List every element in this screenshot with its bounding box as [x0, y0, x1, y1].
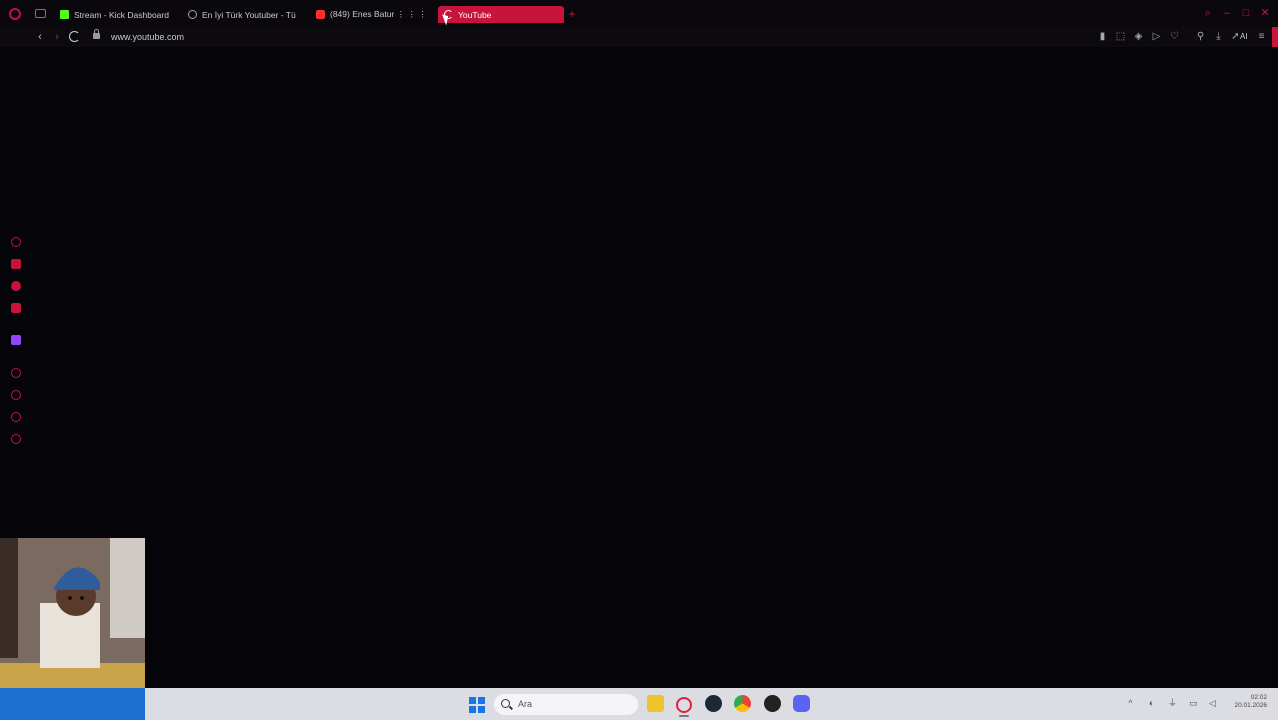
clock-icon[interactable] [11, 390, 21, 400]
tab-youtube-active[interactable]: YouTube [438, 6, 564, 23]
shield-icon[interactable]: ◈ [1133, 31, 1144, 42]
search-placeholder: Ara [518, 699, 533, 709]
url-field[interactable]: www.youtube.com [111, 31, 184, 43]
search-tabs-icon[interactable]: ⌕ [1203, 8, 1213, 19]
tab-title: Stream - Kick Dashboard [74, 9, 169, 20]
close-icon[interactable]: ✕ [1260, 8, 1270, 19]
opera-logo-icon[interactable] [9, 8, 21, 20]
discord-icon[interactable] [793, 695, 810, 712]
heart-icon[interactable]: ♡ [1169, 31, 1180, 42]
taskbar-search[interactable] [494, 694, 638, 715]
minimize-icon[interactable]: – [1222, 8, 1232, 19]
display-icon[interactable]: ▭ [1189, 699, 1198, 708]
back-icon[interactable]: ‹ [34, 31, 46, 43]
profile-icon[interactable]: ⚲ [1195, 31, 1206, 42]
wallet-icon[interactable] [11, 303, 21, 313]
twitch-icon[interactable] [11, 335, 21, 345]
usb-icon[interactable]: ⏚ [1168, 699, 1177, 708]
clock-time: 02:02 [1250, 694, 1267, 701]
whatsapp-icon[interactable] [11, 412, 21, 422]
ai-label[interactable]: AI [1240, 31, 1248, 43]
windows-start-icon[interactable] [469, 697, 485, 713]
webcam-overlay [0, 538, 145, 720]
tab-kick-dashboard[interactable]: Stream - Kick Dashboard [60, 6, 175, 23]
bell-icon[interactable] [11, 259, 21, 269]
loading-reload-icon[interactable] [69, 31, 80, 42]
volume-icon[interactable]: ◁ [1208, 699, 1217, 708]
tray-chevron-icon[interactable]: ^ [1126, 699, 1135, 708]
globe-icon [188, 10, 197, 19]
menu-icon[interactable]: ≡ [1256, 31, 1267, 42]
tab-overview-icon[interactable] [35, 9, 46, 18]
tab-turk-youtuber[interactable]: En İyi Türk Youtuber - Tü [188, 6, 298, 23]
address-bar [0, 27, 1278, 47]
tab-title: YouTube [458, 9, 492, 20]
file-explorer-icon[interactable] [647, 695, 664, 712]
maximize-icon[interactable]: □ [1241, 8, 1251, 19]
sidebar-toggle[interactable] [1272, 27, 1278, 47]
new-tab-icon[interactable]: + [567, 8, 577, 20]
obs-icon[interactable] [764, 695, 781, 712]
history-icon[interactable] [11, 237, 21, 247]
tab-title: (849) Enes Batur ⋮ ⋮ ⋮ , [330, 9, 428, 19]
youtube-icon [316, 10, 325, 19]
tab-enes-batur[interactable]: (849) Enes Batur ⋮ ⋮ ⋮ , [316, 6, 428, 23]
clock-date: 20.01.2026 [1234, 702, 1267, 709]
download-icon[interactable]: ⤓ [1213, 31, 1224, 42]
steam-icon[interactable] [705, 695, 722, 712]
lock-icon[interactable] [93, 29, 100, 39]
network-app-icon[interactable]: ◐ [1147, 699, 1156, 708]
messenger-icon[interactable] [11, 281, 21, 291]
search-icon [501, 699, 510, 708]
tab-title: En İyi Türk Youtuber - Tü [202, 9, 296, 20]
kick-icon [60, 10, 69, 19]
settings-icon[interactable] [11, 434, 21, 444]
chrome-icon[interactable] [734, 695, 751, 712]
snapshot-icon[interactable]: ⬚ [1115, 31, 1126, 42]
forward-icon[interactable]: › [51, 31, 63, 43]
active-app-indicator [679, 715, 689, 717]
opera-gx-icon[interactable] [676, 697, 692, 713]
player-icon[interactable] [11, 368, 21, 378]
system-clock[interactable]: 02:02 20.01.2026 [1222, 694, 1267, 710]
play-icon[interactable]: ▷ [1151, 31, 1162, 42]
bookmark-icon[interactable]: ▮ [1097, 31, 1108, 42]
